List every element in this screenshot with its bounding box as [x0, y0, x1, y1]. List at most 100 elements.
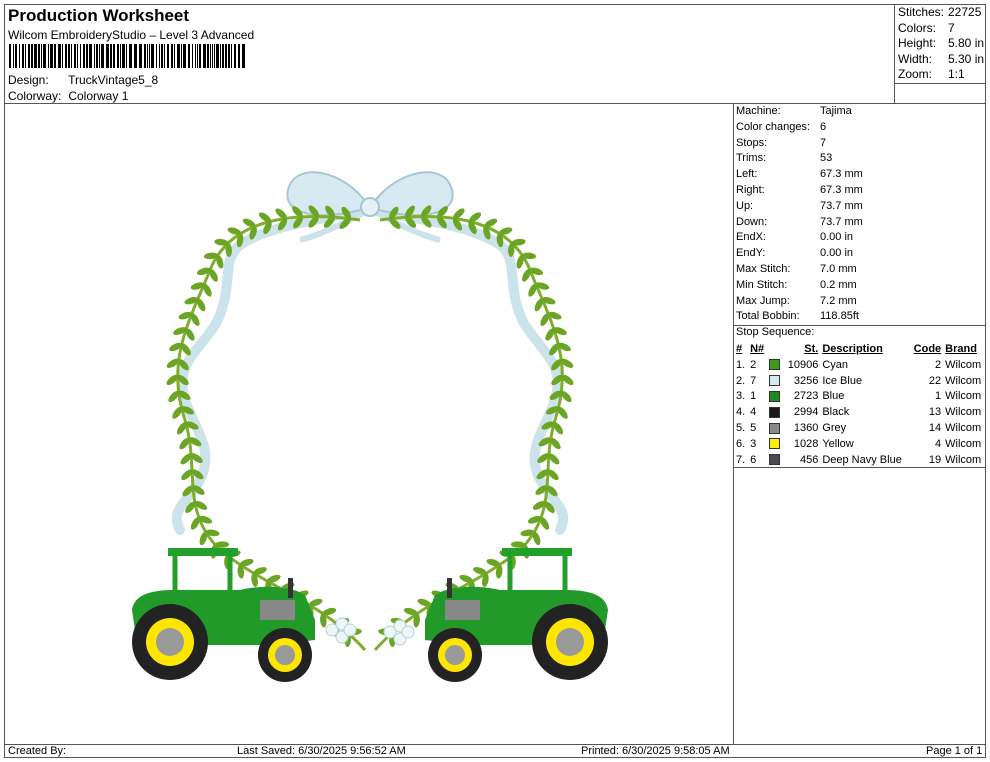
row-code: 4 — [935, 437, 942, 450]
flower-right — [383, 619, 415, 646]
stat-colors: Colors: 7 — [898, 20, 955, 35]
table-header-row: # N# St. Description Code Brand — [734, 342, 986, 358]
stop-sequence-table: # N# St. Description Code Brand 1. 2 10906… — [734, 342, 986, 468]
row-idx: 3. — [736, 390, 746, 403]
stats-bottom-line — [894, 83, 986, 84]
colorway-value: Colorway 1 — [68, 89, 129, 103]
row-swatch — [767, 421, 783, 437]
row-desc: Ice Blue — [822, 374, 863, 387]
row-idx: 2. — [736, 374, 746, 387]
table-row: 2. 7 3256 Ice Blue 22 Wilcom — [734, 374, 986, 390]
col-brand: Brand — [945, 343, 977, 355]
row-code: 1 — [935, 390, 942, 403]
prop-row: Max Stitch: 7.0 mm — [736, 262, 857, 275]
row-brand: Wilcom — [945, 437, 982, 450]
row-brand: Wilcom — [945, 421, 982, 434]
row-n: 3 — [750, 437, 757, 450]
color-swatch — [769, 359, 781, 371]
color-swatch — [769, 422, 781, 434]
row-brand: Wilcom — [945, 406, 982, 419]
prop-row: Trims: 53 — [736, 152, 833, 165]
row-n: 4 — [750, 406, 757, 419]
row-st: 2723 — [793, 390, 819, 403]
row-st: 10906 — [787, 358, 819, 371]
row-swatch — [767, 389, 783, 405]
barcode — [9, 44, 245, 68]
design-label: Design: — [8, 73, 49, 87]
row-code: 22 — [928, 374, 942, 387]
row-idx: 6. — [736, 437, 746, 450]
prop-row: EndY: 0.00 in — [736, 247, 854, 260]
row-desc: Cyan — [822, 358, 849, 371]
stat-zoom: Zoom: 1:1 — [898, 67, 965, 82]
tractor-left — [132, 548, 315, 682]
tractor-right — [425, 548, 608, 682]
row-n: 2 — [750, 358, 757, 371]
footer-last-saved: Last Saved: 6/30/2025 9:56:52 AM — [237, 745, 406, 757]
row-brand: Wilcom — [945, 374, 982, 387]
row-st: 2994 — [793, 406, 819, 419]
table-row: 7. 6 456 Deep Navy Blue 19 Wilcom — [734, 453, 986, 469]
col-n: N# — [750, 343, 765, 355]
flower-left — [325, 617, 357, 644]
footer-created-by: Created By: — [8, 745, 67, 757]
software-subtitle: Wilcom EmbroideryStudio – Level 3 Advanc… — [8, 28, 255, 42]
row-code: 13 — [928, 406, 942, 419]
page-title: Production Worksheet — [8, 6, 190, 25]
col-code: Code — [913, 343, 942, 355]
col-swatch — [767, 342, 783, 358]
row-swatch — [767, 453, 783, 469]
row-st: 1360 — [793, 421, 819, 434]
row-swatch — [767, 358, 783, 374]
stat-stitches: Stitches: 22725 — [898, 5, 982, 19]
row-n: 7 — [750, 374, 757, 387]
table-row: 4. 4 2994 Black 13 Wilcom — [734, 405, 986, 421]
footer-page: Page 1 of 1 — [926, 745, 983, 757]
row-brand: Wilcom — [945, 390, 982, 403]
row-desc: Black — [822, 406, 850, 419]
row-st: 1028 — [793, 437, 819, 450]
row-idx: 1. — [736, 358, 746, 371]
row-n: 6 — [750, 453, 757, 466]
prop-row: Max Jump: 7.2 mm — [736, 294, 857, 307]
col-desc: Description — [822, 343, 883, 355]
prop-row: EndX: 0.00 in — [736, 231, 854, 244]
row-code: 2 — [935, 358, 942, 371]
row-desc: Grey — [822, 421, 847, 434]
row-code: 14 — [928, 421, 942, 434]
color-swatch — [769, 454, 781, 466]
footer-printed: Printed: 6/30/2025 9:58:05 AM — [581, 745, 730, 757]
col-st: St. — [804, 343, 819, 355]
color-swatch — [769, 375, 781, 387]
prop-row: Color changes: 6 — [736, 120, 827, 133]
machine-properties: Machine: Tajima Color changes: 6 Stops: 7 T… — [736, 104, 863, 325]
row-desc: Yellow — [822, 437, 854, 450]
prop-row: Left: 67.3 mm — [736, 168, 863, 181]
prop-row: Down: 73.7 mm — [736, 215, 863, 228]
prop-row: Right: 67.3 mm — [736, 183, 863, 196]
footer-divider — [4, 744, 986, 745]
col-idx: # — [736, 343, 743, 355]
table-row: 6. 3 1028 Yellow 4 Wilcom — [734, 437, 986, 453]
embroidery-preview — [132, 171, 608, 682]
stat-height: Height: 5.80 in — [898, 36, 985, 51]
prop-row: Up: 73.7 mm — [736, 199, 863, 212]
ribbon-left — [171, 207, 360, 535]
stats-panel: Stitches: 22725 Colors: 7 Height: 5.80 in W… — [898, 5, 984, 83]
prop-row: Machine: Tajima — [736, 105, 852, 117]
design-row: Design: TruckVintage5_8 — [8, 73, 158, 87]
row-st: 3256 — [793, 374, 819, 387]
prop-row: Min Stitch: 0.2 mm — [736, 278, 857, 291]
row-desc: Blue — [822, 390, 845, 403]
row-code: 19 — [928, 453, 942, 466]
color-swatch — [769, 390, 781, 402]
row-n: 1 — [750, 390, 757, 403]
row-swatch — [767, 405, 783, 421]
row-idx: 7. — [736, 453, 746, 466]
prop-row: Total Bobbin: 118.85ft — [736, 310, 859, 323]
bow-knot — [360, 197, 380, 217]
row-brand: Wilcom — [945, 453, 982, 466]
row-st: 456 — [799, 453, 819, 466]
stat-width: Width: 5.30 in — [898, 51, 985, 66]
design-value: TruckVintage5_8 — [68, 73, 159, 87]
